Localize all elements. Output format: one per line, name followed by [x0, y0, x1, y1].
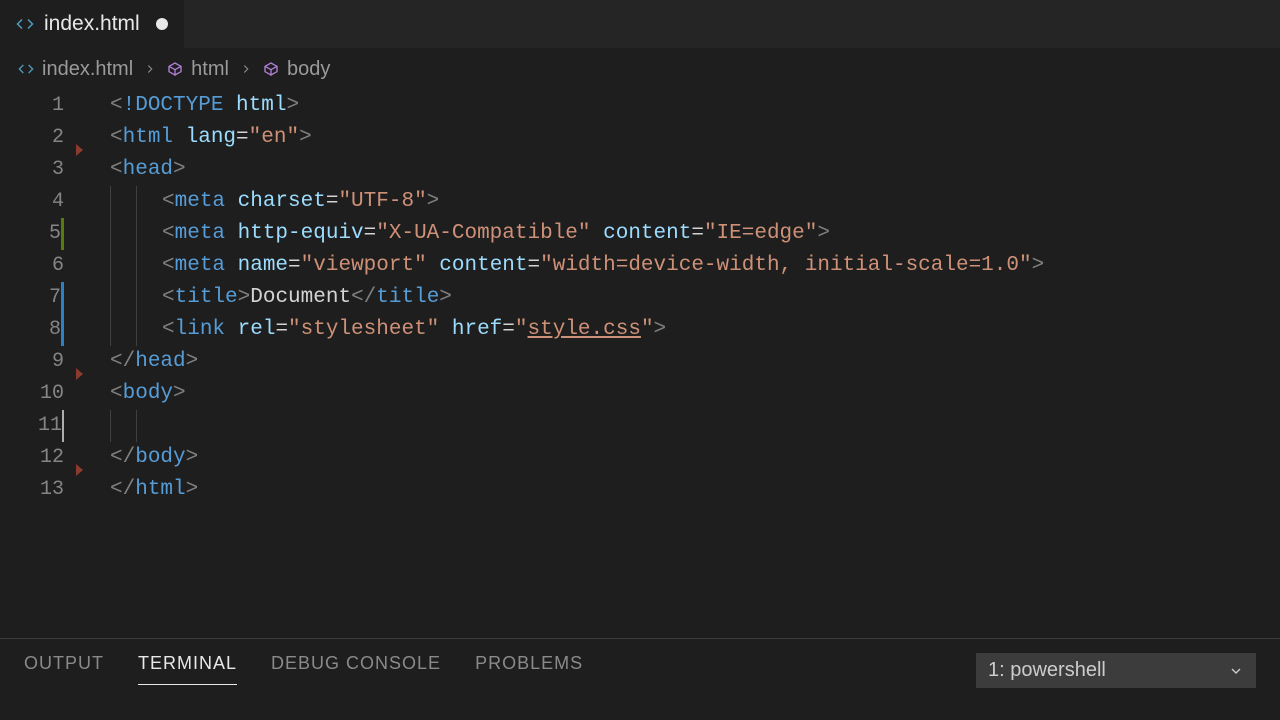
html-file-icon [16, 15, 34, 33]
code-area[interactable]: <!DOCTYPE html><html lang="en"><head><me… [78, 90, 1280, 638]
code-line[interactable]: </html> [84, 474, 1280, 506]
line-number: 11 [0, 410, 64, 442]
line-number: 5 [0, 218, 64, 250]
breadcrumb-symbol-label: body [287, 58, 330, 81]
line-number: 2 [0, 122, 64, 154]
panel-tab-problems[interactable]: PROBLEMS [475, 653, 583, 685]
line-number: 8 [0, 314, 64, 346]
code-line[interactable]: <html lang="en"> [84, 122, 1280, 154]
code-line[interactable]: <meta name="viewport" content="width=dev… [84, 250, 1280, 282]
bottom-panel: OUTPUT TERMINAL DEBUG CONSOLE PROBLEMS 1: p… [0, 638, 1280, 720]
chevron-right-icon [143, 62, 157, 76]
line-number: 7 [0, 282, 64, 314]
line-number: 1 [0, 90, 64, 122]
breadcrumb: index.html html body [0, 48, 1280, 90]
panel-tabs: OUTPUT TERMINAL DEBUG CONSOLE PROBLEMS [24, 653, 583, 685]
code-line[interactable]: <meta charset="UTF-8"> [84, 186, 1280, 218]
code-line[interactable]: </body> [84, 442, 1280, 474]
code-editor[interactable]: 12345678910111213 <!DOCTYPE html><html l… [0, 90, 1280, 638]
breadcrumb-symbol-label: html [191, 58, 229, 81]
code-line[interactable]: </head> [84, 346, 1280, 378]
terminal-selector-label: 1: powershell [988, 659, 1106, 682]
line-number: 3 [0, 154, 64, 186]
chevron-down-icon [1228, 663, 1244, 679]
code-line[interactable]: <link rel="stylesheet" href="style.css"> [84, 314, 1280, 346]
code-line[interactable]: <body> [84, 378, 1280, 410]
dirty-indicator-icon [156, 18, 168, 30]
breadcrumb-symbol[interactable]: html [167, 58, 229, 81]
line-number-gutter: 12345678910111213 [0, 90, 78, 638]
tab-bar: index.html [0, 0, 1280, 48]
breadcrumb-file[interactable]: index.html [18, 58, 133, 81]
panel-tab-output[interactable]: OUTPUT [24, 653, 104, 685]
editor-tab[interactable]: index.html [0, 0, 184, 48]
html-file-icon [18, 61, 34, 77]
terminal-selector[interactable]: 1: powershell [976, 653, 1256, 688]
symbol-icon [167, 61, 183, 77]
code-line[interactable]: <head> [84, 154, 1280, 186]
breadcrumb-symbol[interactable]: body [263, 58, 330, 81]
line-number: 6 [0, 250, 64, 282]
line-number: 12 [0, 442, 64, 474]
code-line[interactable]: <meta http-equiv="X-UA-Compatible" conte… [84, 218, 1280, 250]
symbol-icon [263, 61, 279, 77]
line-number: 13 [0, 474, 64, 506]
breadcrumb-file-label: index.html [42, 58, 133, 81]
tab-filename: index.html [44, 12, 140, 36]
code-line[interactable] [84, 410, 1280, 442]
code-line[interactable]: <!DOCTYPE html> [84, 90, 1280, 122]
chevron-right-icon [239, 62, 253, 76]
code-line[interactable]: <title>Document</title> [84, 282, 1280, 314]
line-number: 9 [0, 346, 64, 378]
panel-tab-terminal[interactable]: TERMINAL [138, 653, 237, 685]
line-number: 10 [0, 378, 64, 410]
line-number: 4 [0, 186, 64, 218]
panel-tab-debug-console[interactable]: DEBUG CONSOLE [271, 653, 441, 685]
